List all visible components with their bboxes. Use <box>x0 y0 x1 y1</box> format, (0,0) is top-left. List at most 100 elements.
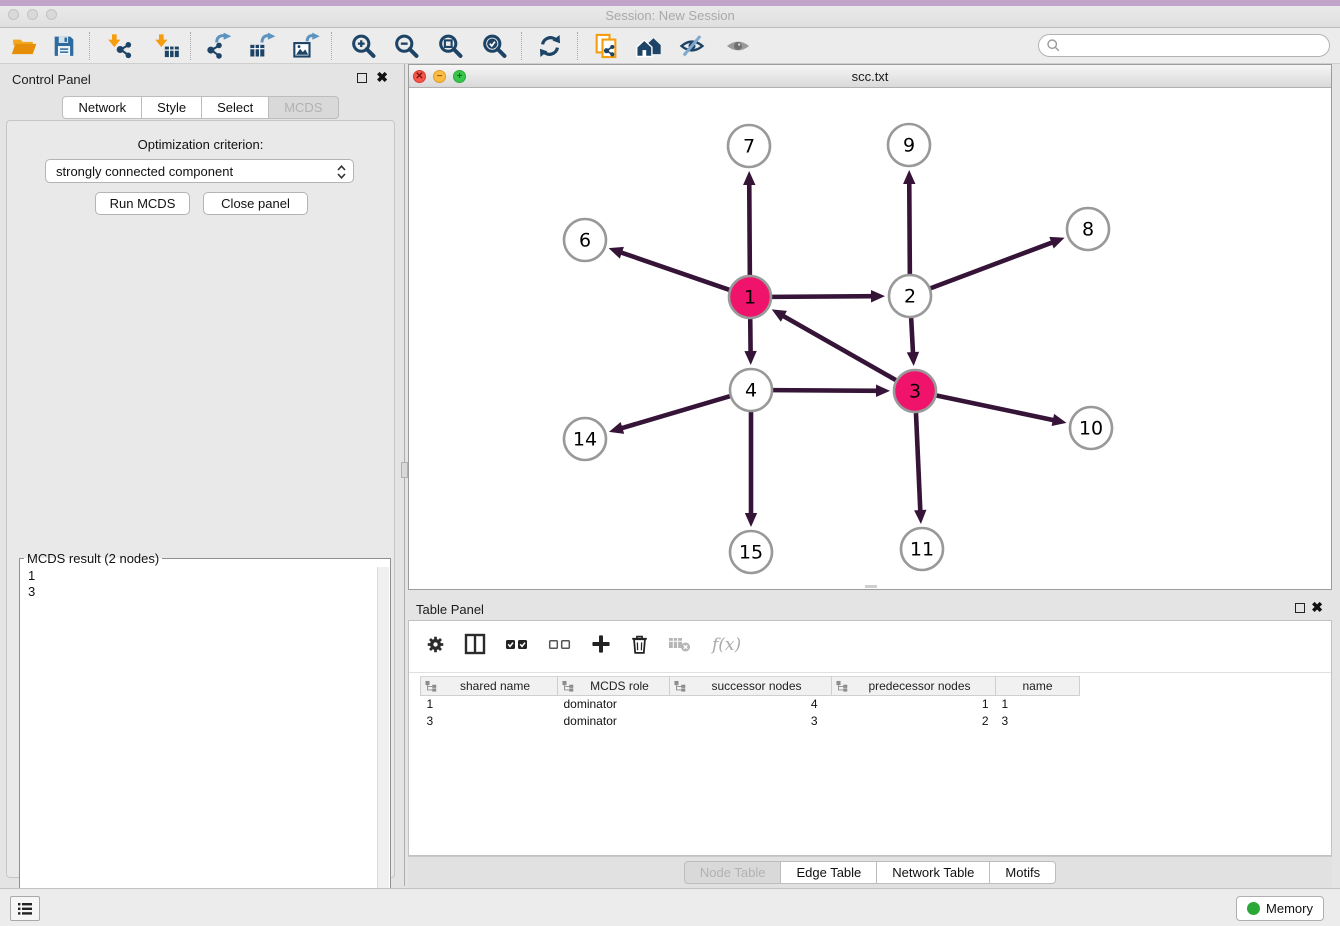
graph-edge-2-3[interactable] <box>911 318 913 355</box>
table-cell[interactable]: 3 <box>421 713 558 730</box>
zoom-in-icon[interactable] <box>349 32 377 60</box>
gear-icon[interactable] <box>425 634 446 660</box>
graph-edge-3-11[interactable] <box>916 413 920 513</box>
graph-edge-3-1[interactable] <box>781 315 896 380</box>
add-column-icon[interactable] <box>590 633 612 660</box>
table-cell[interactable]: dominator <box>558 696 670 713</box>
status-bar: Memory <box>0 888 1340 926</box>
panel-splitter[interactable] <box>401 64 408 886</box>
graph-node-label-7: 7 <box>743 136 755 158</box>
column-header-name[interactable]: name <box>996 677 1080 696</box>
graph-edge-arrowhead <box>743 171 755 185</box>
float-table-panel-icon[interactable] <box>1295 603 1305 613</box>
column-split-icon[interactable] <box>463 632 487 661</box>
tab-node-table[interactable]: Node Table <box>684 861 782 884</box>
table-cell[interactable]: 1 <box>421 696 558 713</box>
tree-icon <box>425 680 437 693</box>
tab-style[interactable]: Style <box>142 96 202 119</box>
refresh-icon[interactable] <box>536 32 564 60</box>
tab-motifs[interactable]: Motifs <box>990 861 1056 884</box>
table-cell[interactable]: dominator <box>558 713 670 730</box>
task-history-button[interactable] <box>10 896 40 921</box>
close-panel-icon[interactable]: ✖ <box>376 69 388 86</box>
hide-selected-icon[interactable] <box>678 32 706 60</box>
table-cell[interactable]: 2 <box>832 713 996 730</box>
control-panel: Control Panel ✖ NetworkStyleSelectMCDS O… <box>0 64 401 886</box>
tab-network-table[interactable]: Network Table <box>877 861 990 884</box>
graph-node-label-6: 6 <box>579 230 591 252</box>
graph-node-label-15: 15 <box>739 542 763 564</box>
table-cell[interactable]: 4 <box>670 696 832 713</box>
criterion-dropdown[interactable]: strongly connected component <box>45 159 354 183</box>
open-session-icon[interactable] <box>10 32 38 60</box>
column-header-predecessor-nodes[interactable]: predecessor nodes <box>832 677 996 696</box>
tree-icon <box>836 680 848 693</box>
zoom-fit-icon[interactable] <box>436 32 464 60</box>
search-icon <box>1046 38 1061 53</box>
column-header-shared-name[interactable]: shared name <box>421 677 558 696</box>
graph-edge-1-2[interactable] <box>772 296 874 297</box>
table-row: 1dominator411 <box>421 696 1080 713</box>
export-image-icon[interactable] <box>292 32 320 60</box>
export-table-icon[interactable] <box>248 32 276 60</box>
graph-edge-2-9[interactable] <box>909 181 910 274</box>
control-panel-title: Control Panel <box>12 72 91 87</box>
graph-node-label-11: 11 <box>910 539 934 561</box>
graph-edge-2-8[interactable] <box>931 242 1055 289</box>
graph-edge-1-7[interactable] <box>749 182 750 275</box>
network-graph[interactable]: 7968124314101511 <box>409 88 1331 589</box>
export-network-icon[interactable] <box>205 32 233 60</box>
graph-edge-3-10[interactable] <box>937 396 1056 421</box>
canvas-resize-grip[interactable] <box>865 585 877 588</box>
column-label: MCDS role <box>574 679 665 693</box>
search-input[interactable] <box>1061 37 1329 55</box>
graph-edge-1-6[interactable] <box>619 252 729 290</box>
table-panel-footer: Node TableEdge TableNetwork TableMotifs <box>408 856 1332 888</box>
zoom-out-icon[interactable] <box>392 32 420 60</box>
table-panel-title: Table Panel <box>416 602 484 617</box>
graph-node-label-3: 3 <box>909 381 921 403</box>
network-window-titlebar: ✕ − + scc.txt <box>409 65 1331 88</box>
clone-network-icon[interactable] <box>592 32 620 60</box>
save-session-icon[interactable] <box>50 32 78 60</box>
table-row: 3dominator323 <box>421 713 1080 730</box>
delete-column-icon[interactable] <box>629 633 650 660</box>
graph-edge-4-3[interactable] <box>773 390 879 391</box>
graph-edge-arrowhead <box>871 290 885 302</box>
column-header-MCDS-role[interactable]: MCDS role <box>558 677 670 696</box>
first-neighbors-icon[interactable] <box>635 32 663 60</box>
tree-icon <box>674 680 686 693</box>
table-cell[interactable]: 3 <box>670 713 832 730</box>
table-cell[interactable]: 3 <box>996 713 1080 730</box>
tab-mcds[interactable]: MCDS <box>269 96 338 119</box>
splitter-grip[interactable] <box>401 462 408 478</box>
tab-network[interactable]: Network <box>62 96 142 119</box>
tab-select[interactable]: Select <box>202 96 269 119</box>
toolbar-separator <box>521 32 522 60</box>
table-cell[interactable]: 1 <box>996 696 1080 713</box>
table-cell[interactable]: 1 <box>832 696 996 713</box>
graph-edge-arrowhead <box>903 170 915 184</box>
graph-node-label-4: 4 <box>745 380 757 402</box>
table-tabs: Node TableEdge TableNetwork TableMotifs <box>408 861 1332 884</box>
graph-edge-4-14[interactable] <box>620 396 730 429</box>
select-all-icon[interactable] <box>504 634 530 659</box>
result-scrollbar[interactable] <box>377 567 389 924</box>
delete-table-icon <box>667 634 693 659</box>
mcds-result-list: 13 <box>20 566 43 602</box>
run-mcds-button[interactable]: Run MCDS <box>95 192 190 215</box>
show-all-icon[interactable] <box>724 32 752 60</box>
chevron-updown-icon <box>336 163 347 184</box>
graph-edge-arrowhead <box>745 513 757 527</box>
zoom-selected-icon[interactable] <box>480 32 508 60</box>
tab-edge-table[interactable]: Edge Table <box>781 861 877 884</box>
import-network-icon[interactable] <box>105 32 133 60</box>
import-table-icon[interactable] <box>152 32 180 60</box>
memory-button[interactable]: Memory <box>1236 896 1324 921</box>
table-panel-body: f(x) shared nameMCDS rolesuccessor nodes… <box>408 620 1332 856</box>
deselect-all-icon[interactable] <box>547 634 573 659</box>
column-header-successor-nodes[interactable]: successor nodes <box>670 677 832 696</box>
close-table-panel-icon[interactable]: ✖ <box>1311 599 1323 616</box>
close-panel-button[interactable]: Close panel <box>203 192 308 215</box>
float-panel-icon[interactable] <box>357 73 367 83</box>
